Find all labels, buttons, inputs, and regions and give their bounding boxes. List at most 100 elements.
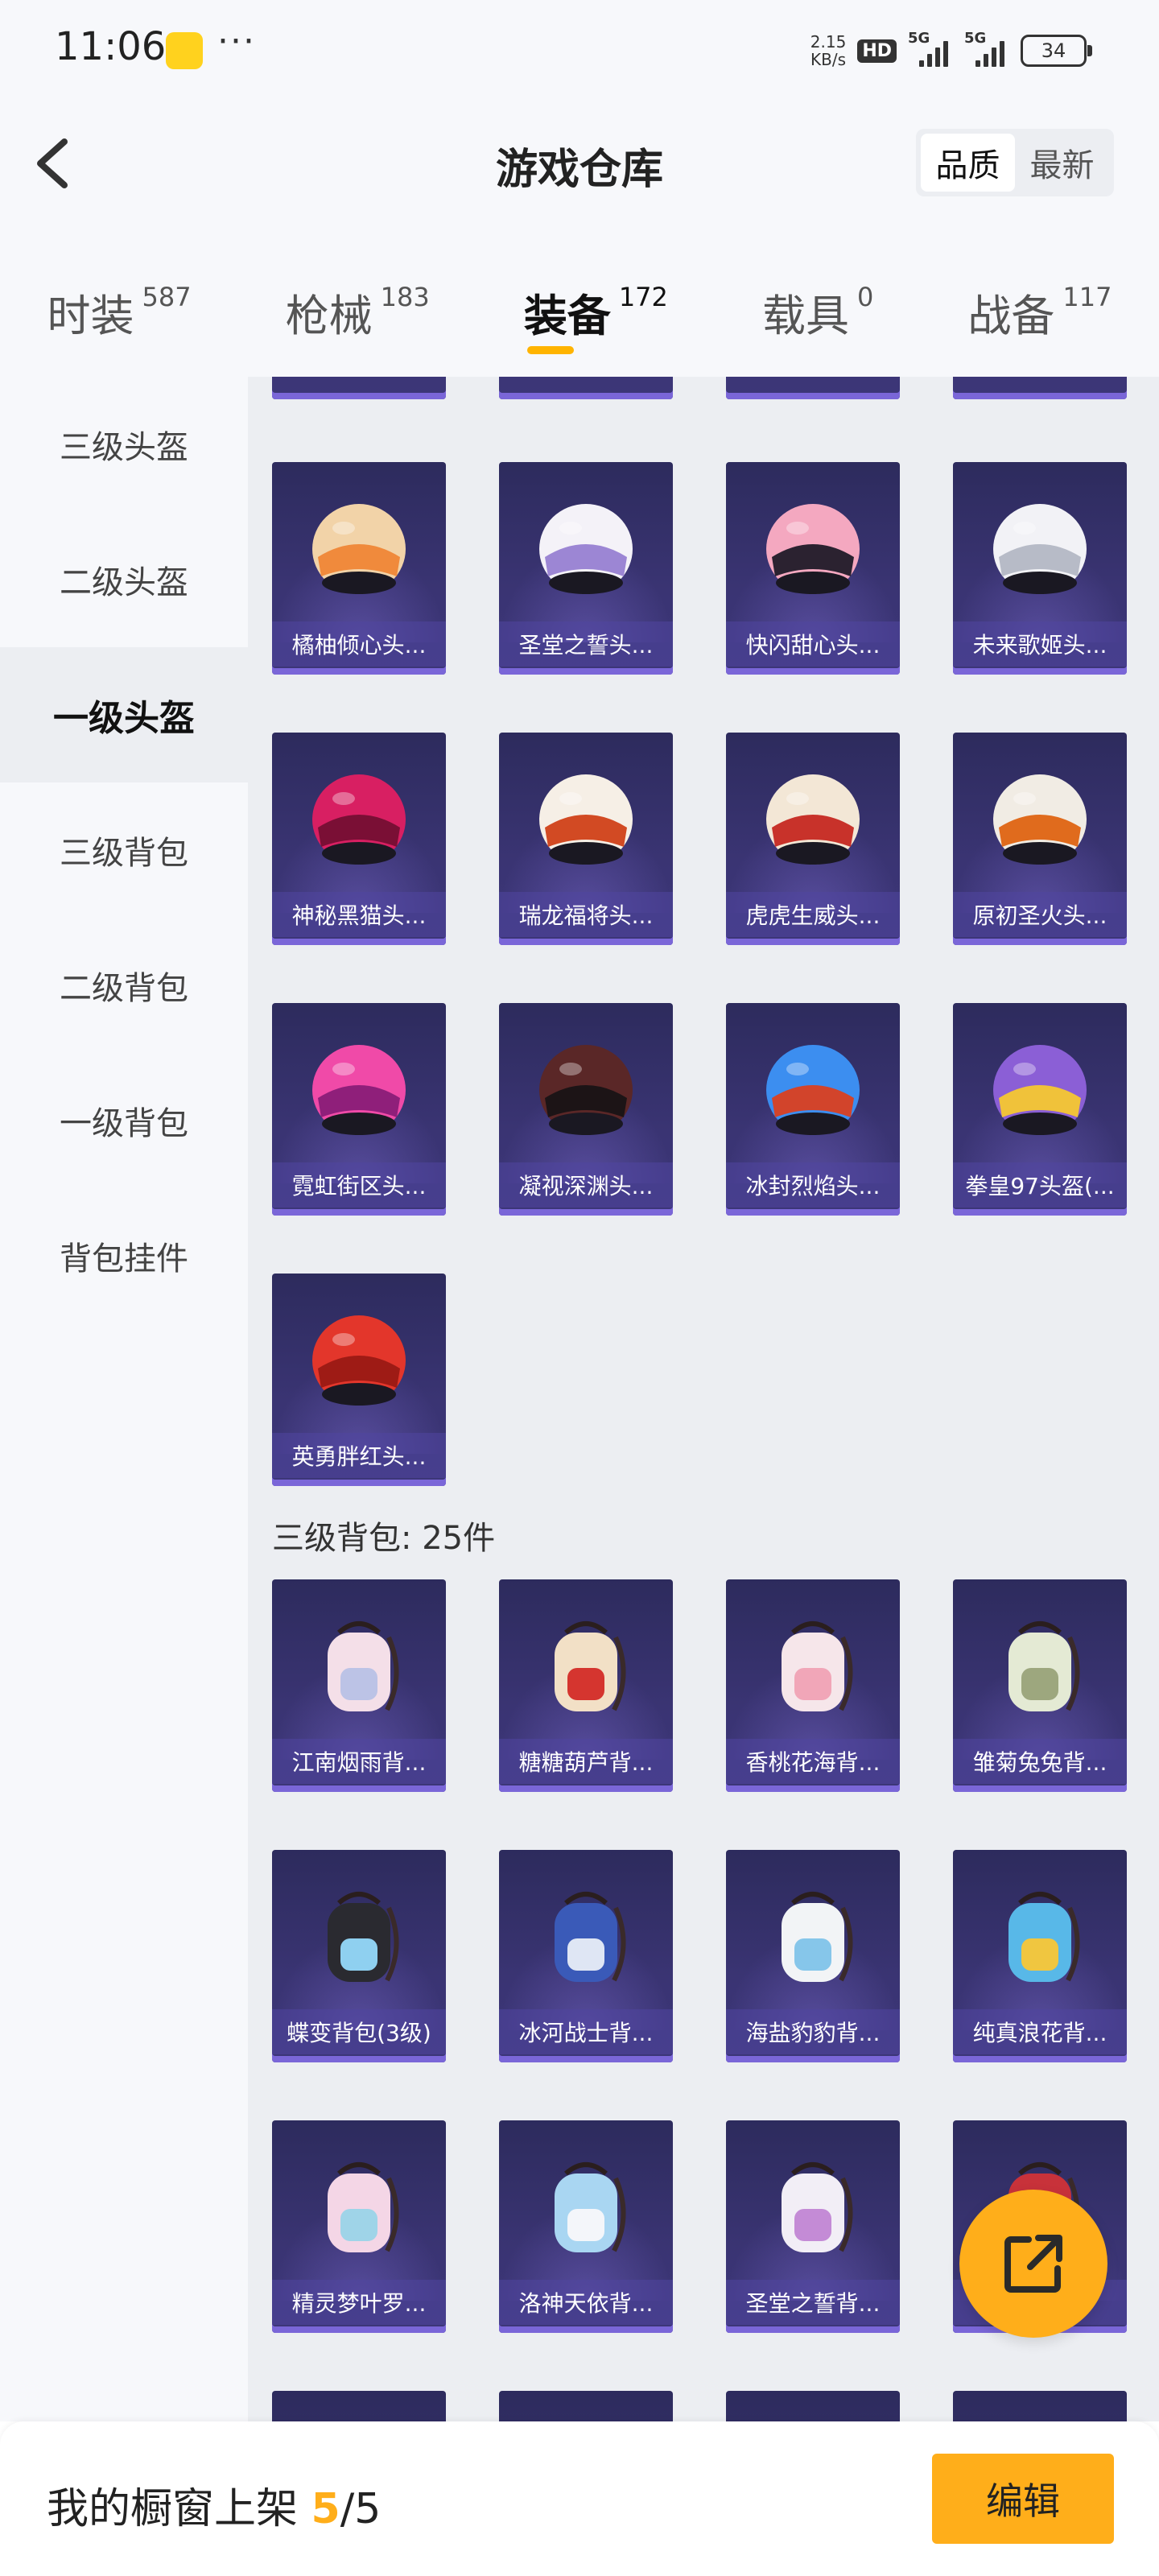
item-name: 原初圣火头... [953,892,1127,937]
helmet-card[interactable]: 虎虎生威头... [726,733,900,945]
tab-vehicles[interactable]: 载具 0 [762,280,873,344]
network-speed: 2.15 KB/s [810,33,847,68]
helmet-card[interactable]: 英勇胖红头... [272,1274,446,1486]
category-tabs: 时装 587 枪械 183 装备 172 载具 0 战备 117 [0,224,1159,377]
backpack-card[interactable]: 圣堂之誓背... [726,2120,900,2333]
tab-weapons[interactable]: 枪械 183 [286,280,430,344]
helmet-icon [539,774,633,865]
helmet-row: 橘柚倾心头... 圣堂之誓头... 快闪甜心头... 未来歌姬头... [272,462,1141,675]
helmet-card[interactable]: 霓虹街区头... [272,1003,446,1216]
helmet-icon [993,1045,1087,1135]
backpack-icon [555,1892,626,1982]
item-name: 蝶变背包(3级) [272,2009,446,2054]
backpack-icon [328,2162,399,2252]
status-indicators: 2.15 KB/s HD 5G 5G 34 [810,30,1092,71]
item-name: 霓虹街区头... [272,1162,446,1208]
item-name: 海盐豹豹背... [726,2009,900,2054]
tab-count: 587 [142,282,192,312]
backpack-icon [328,1892,399,1982]
item-name: 冰封烈焰头... [726,1162,900,1208]
sidebar-item-backpack-charm[interactable]: 背包挂件 [0,1188,248,1323]
backpack-card[interactable]: 香桃花海背... [726,1579,900,1792]
backpack-row: 蝶变背包(3级) 冰河战士背... 海盐豹豹背... 纯真浪花背... [272,1850,1141,2062]
helmet-card[interactable]: 原初圣火头... [953,733,1127,945]
signal-type-label: 5G [908,30,930,47]
backpack-icon [782,1892,853,1982]
backpack-card[interactable]: 冰河战士背... [499,1850,673,2062]
header: 游戏仓库 品质 最新 [0,103,1159,224]
backpack-icon [328,1621,399,1711]
helmet-icon [766,504,860,594]
backpack-card[interactable]: 雏菊兔兔背... [953,1579,1127,1792]
sidebar-item-level2-helmet[interactable]: 二级头盔 [0,512,248,647]
backpack-card-partial[interactable] [726,2391,900,2421]
backpack-card-partial[interactable] [499,2391,673,2421]
backpack-icon [1008,1621,1080,1711]
backpack-card[interactable]: 糖糖葫芦背... [499,1579,673,1792]
backpack-icon [1008,1892,1080,1982]
backpack-icon [555,1621,626,1711]
edit-button[interactable]: 编辑 [932,2454,1114,2544]
tab-count: 183 [380,282,430,312]
item-name: 江南烟雨背... [272,1739,446,1784]
share-icon [1004,2235,1062,2293]
item-name: 冰河战士背... [499,2009,673,2054]
helmet-icon [539,1045,633,1135]
backpack-card[interactable]: 蝶变背包(3级) [272,1850,446,2062]
helmet-card-partial[interactable] [953,377,1127,399]
tab-label: 载具 [761,291,849,341]
sidebar-item-level1-helmet[interactable]: 一级头盔 [0,647,248,782]
helmet-card[interactable]: 未来歌姬头... [953,462,1127,675]
sidebar-item-level1-backpack[interactable]: 一级背包 [0,1053,248,1188]
helmet-icon [993,774,1087,865]
sort-by-quality[interactable]: 品质 [921,134,1015,192]
helmet-card-partial[interactable] [499,377,673,399]
sort-by-newest[interactable]: 最新 [1015,134,1109,192]
backpack-card[interactable]: 精灵梦叶罗... [272,2120,446,2333]
backpack-card[interactable]: 纯真浪花背... [953,1850,1127,2062]
helmet-icon [312,504,406,594]
sidebar-item-level2-backpack[interactable]: 二级背包 [0,918,248,1053]
backpack-card[interactable]: 洛神天依背... [499,2120,673,2333]
helmet-card[interactable]: 神秘黑猫头... [272,733,446,945]
helmet-icon [312,1315,406,1406]
helmet-card[interactable]: 凝视深渊头... [499,1003,673,1216]
share-button[interactable] [959,2190,1107,2338]
tab-label: 时装 [47,291,134,341]
helmet-card[interactable]: 快闪甜心头... [726,462,900,675]
tab-equipment[interactable]: 装备 172 [524,280,668,354]
item-name: 未来歌姬头... [953,621,1127,667]
sidebar-item-level3-helmet[interactable]: 三级头盔 [0,377,248,512]
backpack-card[interactable]: 江南烟雨背... [272,1579,446,1792]
tab-fashion[interactable]: 时装 587 [47,280,192,344]
helmet-card[interactable]: 拳皇97头盔(... [953,1003,1127,1216]
helmet-card[interactable]: 瑞龙福将头... [499,733,673,945]
hd-voice-icon: HD [857,39,897,63]
helmet-card[interactable]: 冰封烈焰头... [726,1003,900,1216]
tab-label: 枪械 [285,291,373,341]
helmet-card[interactable]: 圣堂之誓头... [499,462,673,675]
item-name: 糖糖葫芦背... [499,1739,673,1784]
network-speed-unit: KB/s [810,50,847,69]
tab-supplies[interactable]: 战备 117 [967,280,1112,344]
helmet-icon [766,1045,860,1135]
helmet-icon [766,774,860,865]
helmet-card-partial[interactable] [726,377,900,399]
backpack-card-partial[interactable] [953,2391,1127,2421]
backpack-row-partial [272,2391,1141,2421]
sort-toggle: 品质 最新 [916,129,1114,196]
more-notifications-icon: ··· [217,21,256,62]
sidebar-item-level3-backpack[interactable]: 三级背包 [0,782,248,918]
showcase-total-count: /5 [340,2485,382,2533]
tab-count: 0 [856,282,874,312]
backpack-icon [782,2162,853,2252]
backpack-card[interactable]: 海盐豹豹背... [726,1850,900,2062]
helmet-card-partial[interactable] [272,377,446,399]
signal-type-label-2: 5G [964,30,987,47]
helmet-card[interactable]: 橘柚倾心头... [272,462,446,675]
item-name: 拳皇97头盔(... [953,1162,1127,1208]
item-name: 纯真浪花背... [953,2009,1127,2054]
backpack-card-partial[interactable] [272,2391,446,2421]
item-name: 雏菊兔兔背... [953,1739,1127,1784]
item-name: 凝视深渊头... [499,1162,673,1208]
